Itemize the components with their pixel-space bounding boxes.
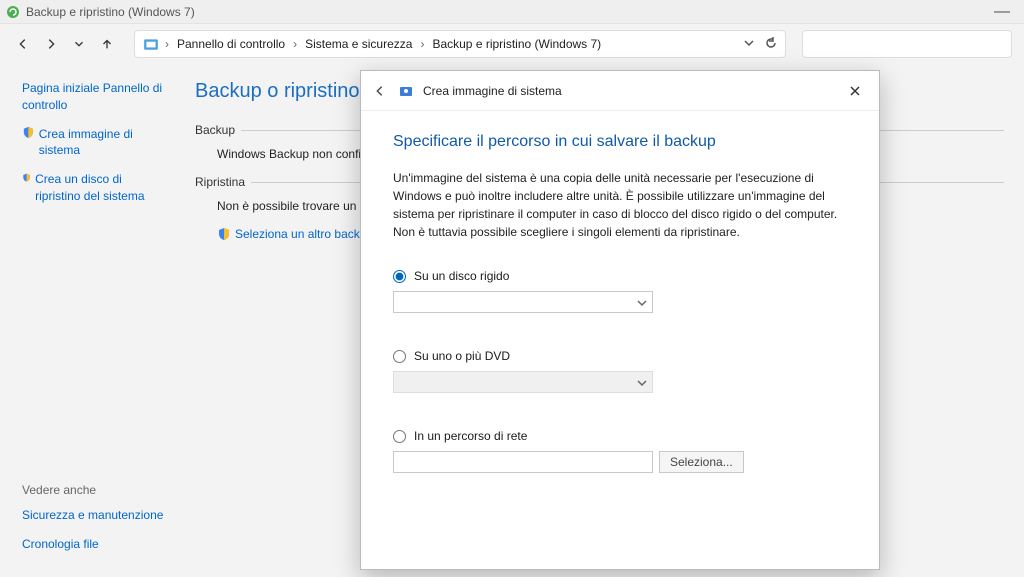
see-also-security-link[interactable]: Sicurezza e manutenzione bbox=[22, 507, 165, 524]
chevron-down-icon bbox=[637, 377, 647, 387]
option-harddisk-label[interactable]: Su un disco rigido bbox=[393, 269, 847, 283]
option-network-radio[interactable] bbox=[393, 430, 406, 443]
search-input[interactable] bbox=[802, 30, 1012, 58]
sidebar-create-disc-link[interactable]: Crea un disco di ripristino del sistema bbox=[35, 171, 165, 205]
option-harddisk: Su un disco rigido bbox=[393, 269, 847, 313]
sidebar-create-image-link[interactable]: Crea immagine di sistema bbox=[39, 126, 165, 160]
window-titlebar: Backup e ripristino (Windows 7) — bbox=[0, 0, 1024, 24]
see-also-header: Vedere anche bbox=[22, 483, 165, 497]
shield-icon bbox=[22, 126, 35, 140]
location-icon bbox=[143, 36, 159, 52]
breadcrumb[interactable]: Sistema e sicurezza bbox=[303, 37, 414, 51]
option-dvd-radio[interactable] bbox=[393, 350, 406, 363]
wizard-back-button[interactable] bbox=[371, 82, 389, 100]
harddisk-combo[interactable] bbox=[393, 291, 653, 313]
recent-button[interactable] bbox=[68, 33, 90, 55]
shield-icon bbox=[22, 171, 31, 185]
wizard-heading: Specificare il percorso in cui salvare i… bbox=[393, 133, 847, 151]
breadcrumb[interactable]: Backup e ripristino (Windows 7) bbox=[430, 37, 603, 51]
chevron-right-icon: › bbox=[418, 37, 426, 51]
refresh-icon[interactable] bbox=[765, 37, 777, 52]
network-path-input[interactable] bbox=[393, 451, 653, 473]
option-harddisk-radio[interactable] bbox=[393, 270, 406, 283]
sidebar-home-link[interactable]: Pagina iniziale Pannello di controllo bbox=[22, 80, 165, 114]
wizard-close-button[interactable] bbox=[841, 77, 869, 105]
breadcrumb[interactable]: Pannello di controllo bbox=[175, 37, 287, 51]
option-dvd-label[interactable]: Su uno o più DVD bbox=[393, 349, 847, 363]
address-bar[interactable]: › Pannello di controllo › Sistema e sicu… bbox=[134, 30, 786, 58]
up-button[interactable] bbox=[96, 33, 118, 55]
window-title: Backup e ripristino (Windows 7) bbox=[26, 5, 986, 19]
option-network-label[interactable]: In un percorso di rete bbox=[393, 429, 847, 443]
see-also-filehistory-link[interactable]: Cronologia file bbox=[22, 536, 165, 553]
minimize-button[interactable]: — bbox=[986, 3, 1018, 21]
wizard-titlebar: Crea immagine di sistema bbox=[361, 71, 879, 111]
dvd-combo bbox=[393, 371, 653, 393]
option-network: In un percorso di rete Seleziona... bbox=[393, 429, 847, 473]
navigation-bar: › Pannello di controllo › Sistema e sicu… bbox=[0, 24, 1024, 64]
option-dvd: Su uno o più DVD bbox=[393, 349, 847, 393]
wizard-icon bbox=[399, 84, 413, 98]
back-button[interactable] bbox=[12, 33, 34, 55]
chevron-down-icon[interactable] bbox=[743, 37, 755, 52]
select-button[interactable]: Seleziona... bbox=[659, 451, 744, 473]
sidebar: Pagina iniziale Pannello di controllo Cr… bbox=[0, 64, 175, 577]
wizard-title: Crea immagine di sistema bbox=[423, 84, 562, 98]
wizard-description: Un'immagine del sistema è una copia dell… bbox=[393, 169, 847, 241]
chevron-right-icon: › bbox=[163, 37, 171, 51]
chevron-right-icon: › bbox=[291, 37, 299, 51]
chevron-down-icon bbox=[637, 297, 647, 307]
shield-icon bbox=[217, 227, 231, 241]
app-icon bbox=[6, 5, 20, 19]
wizard-dialog: Crea immagine di sistema Specificare il … bbox=[360, 70, 880, 570]
forward-button[interactable] bbox=[40, 33, 62, 55]
